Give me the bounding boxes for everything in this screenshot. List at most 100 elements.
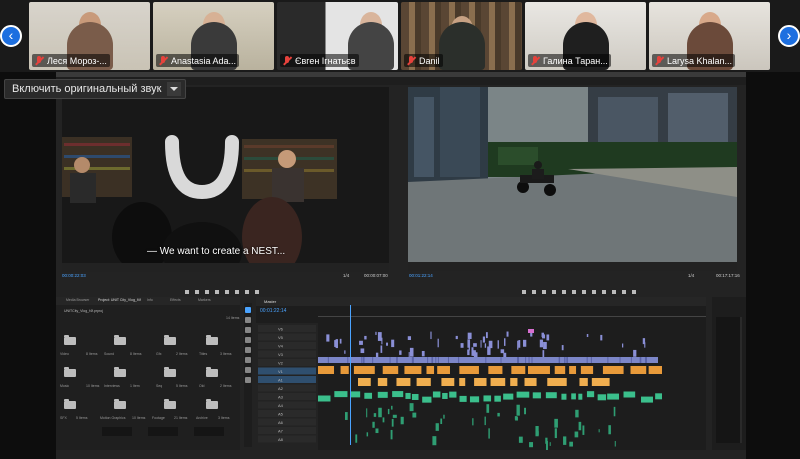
audio-clip[interactable] bbox=[435, 423, 439, 431]
audio-clip[interactable] bbox=[497, 412, 500, 417]
video-clip[interactable] bbox=[500, 349, 505, 354]
audio-clip[interactable] bbox=[607, 393, 620, 400]
video-clip-cut[interactable] bbox=[630, 357, 632, 363]
audio-clip[interactable] bbox=[613, 406, 616, 417]
video-clip[interactable] bbox=[586, 334, 589, 338]
video-clip[interactable] bbox=[437, 366, 450, 374]
slip-tool-icon[interactable] bbox=[245, 347, 251, 353]
video-clip-cut[interactable] bbox=[517, 357, 519, 363]
video-clip[interactable] bbox=[430, 331, 432, 340]
audio-clip[interactable] bbox=[443, 414, 445, 419]
video-clip[interactable] bbox=[381, 337, 383, 345]
audio-clip[interactable] bbox=[416, 378, 431, 386]
tab-master-sequence[interactable]: Master bbox=[264, 299, 276, 304]
track-header[interactable]: A5 bbox=[258, 410, 316, 417]
audio-clip[interactable] bbox=[546, 440, 548, 450]
video-clip[interactable] bbox=[580, 366, 594, 374]
video-clip-cut[interactable] bbox=[531, 357, 533, 363]
video-clip-cut[interactable] bbox=[396, 357, 398, 363]
video-clip[interactable] bbox=[480, 340, 482, 348]
audio-clip[interactable] bbox=[400, 416, 404, 425]
video-clip[interactable] bbox=[518, 340, 521, 348]
video-clip[interactable] bbox=[517, 340, 519, 350]
video-clip[interactable] bbox=[569, 366, 577, 374]
video-clip[interactable] bbox=[471, 347, 474, 356]
track-header[interactable]: A4 bbox=[258, 401, 316, 409]
chevron-down-icon[interactable] bbox=[167, 82, 182, 96]
audio-clip[interactable] bbox=[318, 395, 331, 402]
audio-clip[interactable] bbox=[535, 426, 539, 437]
audio-clip[interactable] bbox=[529, 442, 534, 448]
video-clip[interactable] bbox=[364, 335, 367, 340]
audio-clip[interactable] bbox=[469, 396, 480, 403]
audio-clip[interactable] bbox=[390, 429, 393, 440]
audio-clip[interactable] bbox=[459, 395, 467, 402]
audio-clip[interactable] bbox=[575, 409, 579, 418]
video-clip[interactable] bbox=[326, 334, 330, 342]
video-clip-cut[interactable] bbox=[447, 357, 449, 363]
video-clip[interactable] bbox=[467, 349, 470, 356]
audio-clip[interactable] bbox=[578, 393, 583, 400]
audio-clip[interactable] bbox=[578, 421, 582, 431]
video-clip[interactable] bbox=[527, 366, 550, 374]
folder-icon[interactable] bbox=[64, 335, 76, 345]
program-zoom[interactable]: 1/4 bbox=[688, 273, 694, 278]
video-clip[interactable] bbox=[543, 341, 547, 350]
video-clip-cut[interactable] bbox=[525, 357, 527, 363]
video-clip[interactable] bbox=[407, 336, 412, 340]
audio-clip[interactable] bbox=[440, 418, 443, 425]
video-clip[interactable] bbox=[399, 350, 402, 355]
video-clip[interactable] bbox=[633, 349, 637, 357]
video-clip[interactable] bbox=[426, 366, 435, 374]
video-clip-cut[interactable] bbox=[586, 357, 588, 363]
video-clip-cut[interactable] bbox=[427, 357, 429, 363]
video-clip[interactable] bbox=[488, 340, 493, 349]
video-clip[interactable] bbox=[542, 350, 545, 359]
track-header[interactable]: A8 bbox=[258, 435, 316, 443]
audio-clip[interactable] bbox=[373, 413, 377, 417]
audio-clip[interactable] bbox=[510, 378, 518, 386]
video-clip[interactable] bbox=[408, 352, 410, 358]
audio-clip[interactable] bbox=[375, 428, 379, 434]
video-clip[interactable] bbox=[382, 366, 399, 374]
video-clip[interactable] bbox=[340, 366, 349, 374]
video-clip[interactable] bbox=[497, 340, 499, 349]
video-clip-cut[interactable] bbox=[639, 357, 641, 363]
video-clip[interactable] bbox=[380, 345, 383, 353]
source-zoom[interactable]: 1/4 bbox=[343, 273, 349, 278]
hand-tool-icon[interactable] bbox=[245, 367, 251, 373]
audio-clip[interactable] bbox=[569, 441, 573, 447]
audio-clip[interactable] bbox=[494, 395, 501, 402]
audio-clip[interactable] bbox=[474, 378, 487, 386]
audio-clip[interactable] bbox=[355, 434, 358, 443]
video-clip[interactable] bbox=[353, 366, 375, 374]
video-clip[interactable] bbox=[506, 331, 509, 337]
audio-clip[interactable] bbox=[608, 425, 611, 435]
audio-clip[interactable] bbox=[554, 428, 557, 439]
video-clip[interactable] bbox=[437, 338, 439, 348]
audio-clip[interactable] bbox=[598, 429, 600, 433]
video-clip[interactable] bbox=[386, 342, 388, 346]
next-page-button[interactable]: › bbox=[778, 25, 800, 47]
participant-tile[interactable]: Леся Мороз-... bbox=[29, 2, 150, 70]
audio-clip[interactable] bbox=[518, 436, 523, 443]
clip-thumbnail[interactable] bbox=[148, 427, 178, 436]
video-clip-cut[interactable] bbox=[411, 357, 413, 363]
video-clip[interactable] bbox=[600, 334, 603, 341]
audio-clip[interactable] bbox=[442, 392, 448, 399]
video-clip[interactable] bbox=[511, 366, 526, 374]
audio-clip[interactable] bbox=[597, 394, 607, 401]
source-transport-controls[interactable] bbox=[185, 290, 259, 296]
audio-clip[interactable] bbox=[623, 391, 636, 398]
marker-clip[interactable] bbox=[528, 329, 534, 333]
audio-clip[interactable] bbox=[391, 405, 393, 410]
video-clip-cut[interactable] bbox=[327, 357, 329, 363]
video-clip[interactable] bbox=[421, 350, 425, 357]
audio-clip[interactable] bbox=[422, 396, 432, 403]
video-clip[interactable] bbox=[375, 331, 377, 335]
clip-thumbnail[interactable] bbox=[102, 427, 132, 436]
video-clip-cut[interactable] bbox=[500, 357, 502, 363]
video-clip[interactable] bbox=[339, 338, 342, 344]
video-clip[interactable] bbox=[546, 334, 550, 341]
video-clip[interactable] bbox=[344, 350, 346, 354]
